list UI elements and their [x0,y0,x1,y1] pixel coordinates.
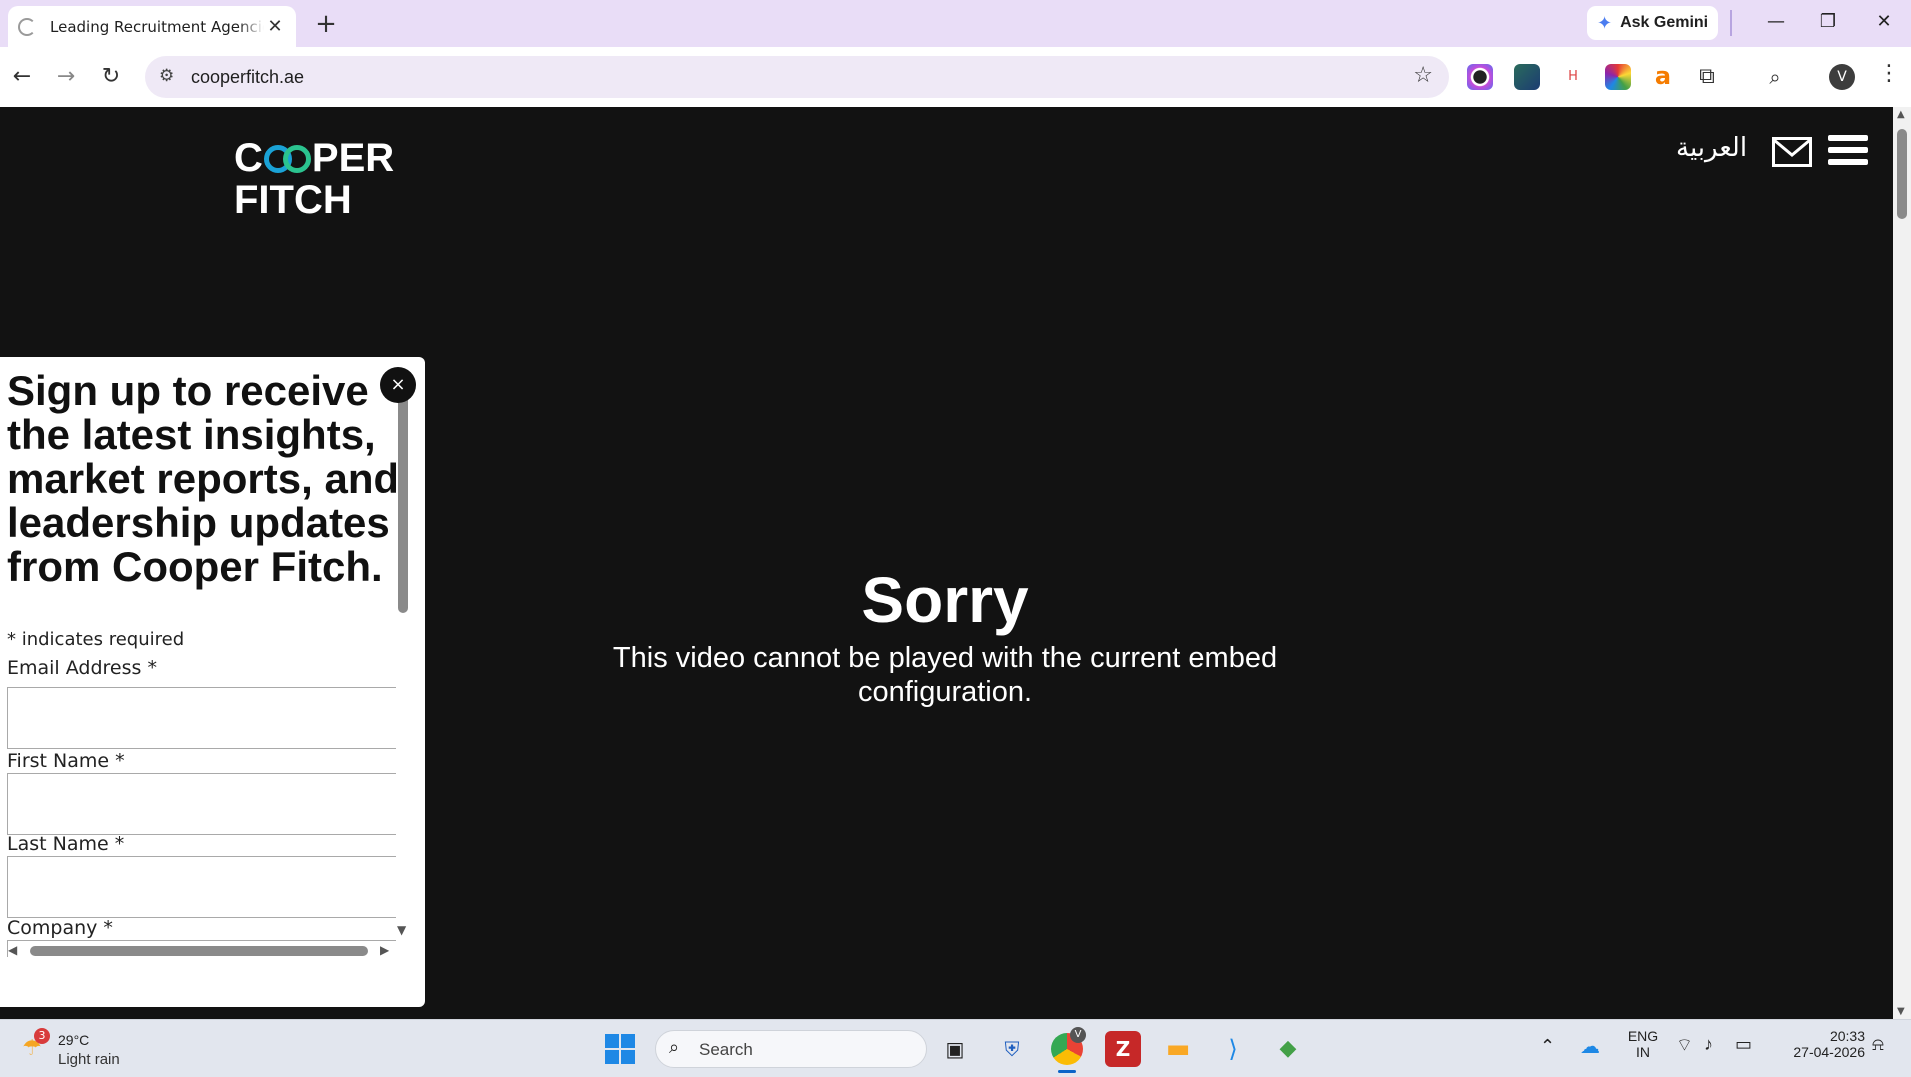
show-hidden-icons-icon[interactable]: ⌃ [1540,1036,1555,1057]
clock[interactable]: 20:33 27-04-2026 [1775,1028,1865,1060]
tab-close-button[interactable]: ✕ [264,16,286,37]
tab-search-icon[interactable]: ⌕ [1762,64,1788,90]
last-name-label: Last Name * [7,833,125,855]
browser-toolbar: ← → ↻ ⚙ cooperfitch.ae ☆ H a ⧉ ⌕ V ⋮ [0,47,1911,107]
logo-text-per: PER [311,136,395,180]
taskbar-search-label: Search [699,1040,753,1059]
chrome-active-indicator [1058,1070,1076,1073]
logo-text-c: C [234,136,263,180]
extensions-puzzle-icon[interactable]: ⧉ [1694,64,1720,90]
site-info-icon[interactable]: ⚙ [159,66,174,86]
first-name-label: First Name * [7,750,125,772]
popup-horizontal-scrollbar-thumb[interactable] [30,946,368,956]
extension-camera-icon[interactable] [1467,64,1493,90]
clock-date: 27-04-2026 [1793,1044,1865,1060]
app-diamond-icon[interactable]: ◆ [1270,1031,1306,1067]
reload-button[interactable]: ↻ [97,63,125,91]
toolbar-divider [1730,10,1732,36]
video-error-text: This video cannot be played with the cur… [612,642,1278,708]
gemini-sparkle-icon: ✦ [1597,12,1613,34]
last-name-field[interactable] [7,856,396,918]
email-label: Email Address * [7,657,157,679]
popup-scroll-right-icon[interactable]: ▶ [380,943,389,957]
extension-pinwheel-icon[interactable] [1605,64,1631,90]
scroll-up-arrow-icon[interactable]: ▲ [1897,109,1905,120]
popup-horizontal-scrollbar[interactable]: ◀ ▶ [8,943,392,959]
new-tab-button[interactable]: + [312,9,340,39]
bookmark-star-icon[interactable]: ☆ [1413,63,1433,88]
volume-icon[interactable]: ♪ [1704,1034,1713,1055]
wifi-icon[interactable]: ⌔ [1676,1034,1693,1057]
taskbar-search-box[interactable]: ⌕ Search [655,1030,927,1068]
chrome-profile-badge: V [1070,1027,1086,1043]
email-field[interactable] [7,687,396,749]
filezilla-icon[interactable]: Z [1105,1031,1141,1067]
restore-button[interactable]: ❐ [1805,6,1851,38]
video-error-message: Sorry This video cannot be played with t… [600,567,1290,709]
logo-text-fitch: FITCH [234,178,352,222]
weather-widget[interactable]: ☂ 3 29°C Light rain [18,1028,138,1072]
popup-vertical-scrollbar[interactable]: ▼ [397,393,409,937]
page-scrollbar-thumb[interactable] [1897,129,1907,219]
task-view-icon[interactable]: ▣ [937,1031,973,1067]
vscode-icon[interactable]: ⟩ [1215,1031,1251,1067]
popup-close-button[interactable]: × [380,367,416,403]
language-indicator[interactable]: ENG IN [1623,1028,1663,1060]
company-label: Company * [7,917,113,939]
window-close-button[interactable]: ✕ [1861,6,1907,38]
search-icon: ⌕ [669,1037,680,1058]
windows-start-icon[interactable] [605,1034,635,1064]
extension-hashtag-icon[interactable]: H [1560,64,1586,90]
extension-amazon-icon[interactable]: a [1650,64,1676,90]
cooper-fitch-logo[interactable]: C PER FITCH [234,137,394,221]
hamburger-menu-icon[interactable] [1828,135,1868,169]
browser-menu-icon[interactable]: ⋮ [1878,61,1900,86]
popup-scroll-down-icon[interactable]: ▼ [397,923,406,937]
ask-gemini-label: Ask Gemini [1620,14,1709,31]
file-explorer-icon[interactable]: ▬ [1160,1031,1196,1067]
video-error-title: Sorry [861,564,1029,636]
forward-button[interactable]: → [52,63,80,91]
weather-notification-badge: 3 [34,1028,50,1044]
back-button[interactable]: ← [8,63,36,91]
popup-scroll-left-icon[interactable]: ◀ [8,943,17,957]
windows-taskbar: ☂ 3 29°C Light rain ⌕ Search ▣ ⛨ V Z ▬ ⟩… [0,1019,1911,1077]
extension-media-icon[interactable] [1514,64,1540,90]
ask-gemini-button[interactable]: ✦ Ask Gemini [1587,6,1718,40]
profile-avatar[interactable]: V [1829,64,1855,90]
loading-favicon-icon [18,17,36,36]
language-line2: IN [1636,1044,1650,1060]
tab-title: Leading Recruitment Agencies in [50,17,264,36]
scroll-down-arrow-icon[interactable]: ▼ [1897,1006,1905,1017]
notifications-bell-icon[interactable]: ⍾ [1872,1034,1884,1055]
required-note: * indicates required [7,629,185,650]
url-text[interactable]: cooperfitch.ae [191,67,304,88]
signup-heading: Sign up to receive the latest insights, … [7,367,396,590]
mail-icon[interactable] [1772,137,1812,167]
onedrive-cloud-icon[interactable]: ☁ [1580,1034,1600,1059]
logo-ring-green-icon [282,145,311,173]
tab-strip: Leading Recruitment Agencies in ✕ + ✦ As… [0,0,1911,47]
arabic-language-link[interactable]: العربية [1676,133,1747,163]
address-bar[interactable]: ⚙ cooperfitch.ae ☆ [145,56,1449,98]
clock-time: 20:33 [1829,1028,1865,1044]
battery-icon[interactable]: ▭ [1735,1034,1752,1055]
defender-shield-icon[interactable]: ⛨ [994,1031,1030,1067]
popup-vertical-scrollbar-thumb[interactable] [398,393,408,613]
language-line1: ENG [1627,1028,1659,1044]
active-tab[interactable]: Leading Recruitment Agencies in ✕ [8,6,296,47]
signup-form: Sign up to receive the latest insights, … [0,357,396,957]
weather-condition: Light rain [58,1051,120,1068]
weather-temperature: 29°C [58,1032,90,1048]
page-scrollbar[interactable]: ▲ ▼ [1893,107,1911,1019]
first-name-field[interactable] [7,773,396,835]
newsletter-signup-popup: Sign up to receive the latest insights, … [0,357,425,1007]
minimize-button[interactable]: — [1753,6,1799,38]
